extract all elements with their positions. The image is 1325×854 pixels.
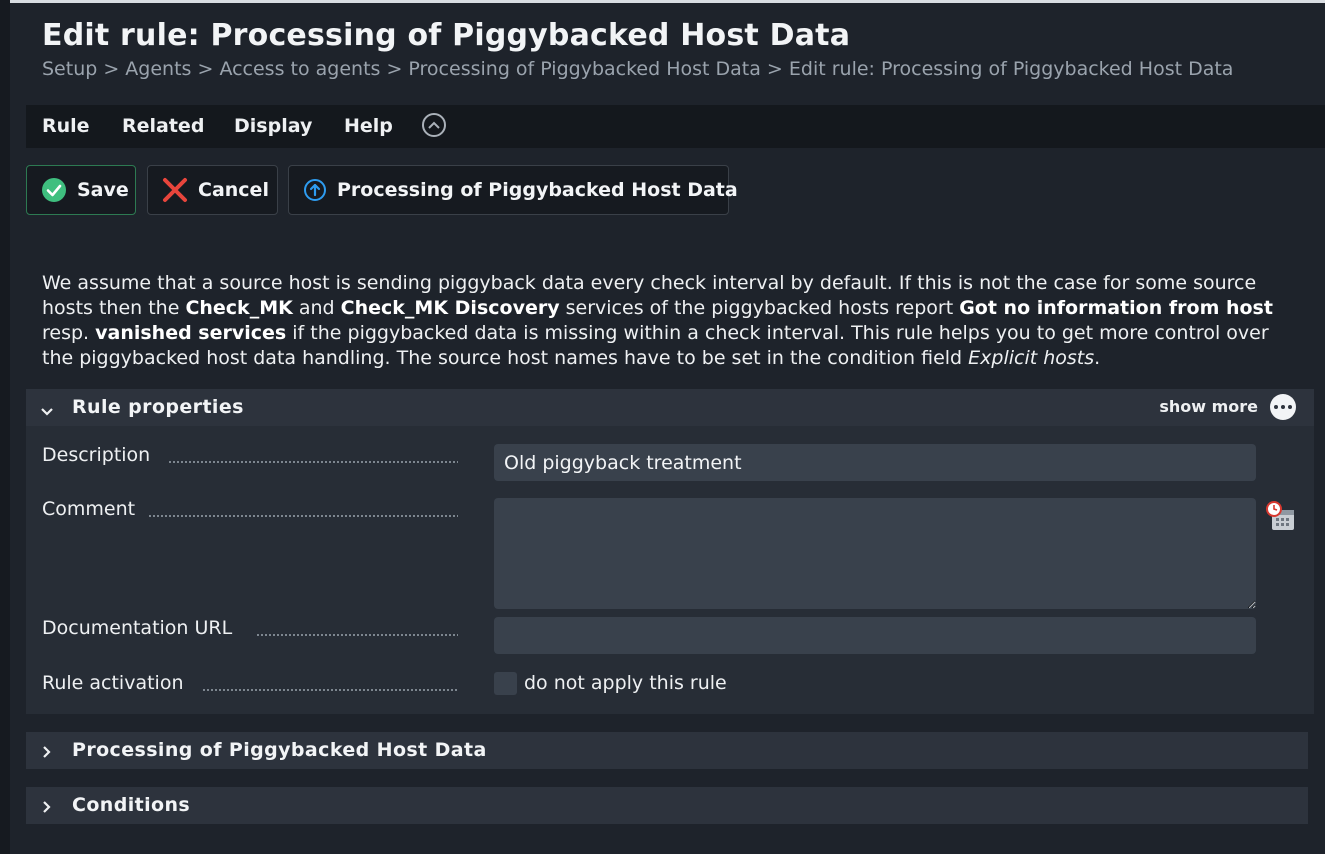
menu-display[interactable]: Display: [234, 115, 312, 137]
conditions-section-title: Conditions: [72, 794, 191, 816]
ruleset-label: Processing of Piggybacked Host Data: [337, 179, 738, 201]
description-input[interactable]: [494, 444, 1256, 481]
cancel-button[interactable]: Cancel: [147, 165, 278, 215]
chevron-right-icon: [42, 799, 52, 818]
dotted-leader: [256, 634, 458, 636]
save-label: Save: [77, 179, 129, 201]
page-menu-bar: Rule Related Display Help: [26, 105, 1325, 148]
checkmark-icon: [41, 177, 67, 203]
close-icon: [162, 177, 188, 203]
chevron-right-icon: [42, 744, 52, 763]
dotted-leader: [168, 461, 458, 463]
left-edge: [0, 0, 10, 854]
documentation-url-label: Documentation URL: [42, 617, 233, 639]
dotted-leader: [148, 515, 458, 517]
rule-activation-label: Rule activation: [42, 672, 184, 694]
cancel-label: Cancel: [198, 179, 269, 201]
save-button[interactable]: Save: [26, 165, 136, 215]
collapse-menu-icon[interactable]: [422, 113, 446, 137]
menu-help[interactable]: Help: [344, 115, 393, 137]
conditions-section-header[interactable]: Conditions: [26, 787, 1308, 824]
menu-related[interactable]: Related: [122, 115, 204, 137]
disable-rule-checkbox-label[interactable]: do not apply this rule: [524, 672, 727, 694]
value-section-title: Processing of Piggybacked Host Data: [72, 739, 487, 761]
documentation-url-input[interactable]: [494, 617, 1256, 654]
comment-textarea[interactable]: [494, 498, 1256, 609]
value-section-header[interactable]: Processing of Piggybacked Host Data: [26, 732, 1308, 769]
up-arrow-circle-icon: [303, 178, 327, 202]
calendar-clock-icon[interactable]: [1264, 500, 1296, 536]
rule-properties-title: Rule properties: [72, 396, 244, 418]
dotted-leader: [202, 689, 458, 691]
menu-rule[interactable]: Rule: [42, 115, 90, 137]
rule-properties-section: Rule properties show more Description Co…: [26, 389, 1314, 714]
chevron-down-icon: [40, 402, 54, 421]
comment-label: Comment: [42, 498, 136, 520]
rule-properties-header[interactable]: Rule properties show more: [26, 389, 1314, 426]
description-label: Description: [42, 444, 151, 466]
page-title: Edit rule: Processing of Piggybacked Hos…: [42, 18, 851, 53]
disable-rule-checkbox[interactable]: [494, 672, 517, 695]
show-more-link[interactable]: show more: [1159, 397, 1258, 416]
top-border: [10, 0, 1325, 3]
ruleset-button[interactable]: Processing of Piggybacked Host Data: [288, 165, 738, 215]
rule-help-text: We assume that a source host is sending …: [42, 272, 1273, 369]
more-options-icon[interactable]: [1270, 394, 1296, 420]
breadcrumb: Setup > Agents > Access to agents > Proc…: [42, 58, 1234, 80]
